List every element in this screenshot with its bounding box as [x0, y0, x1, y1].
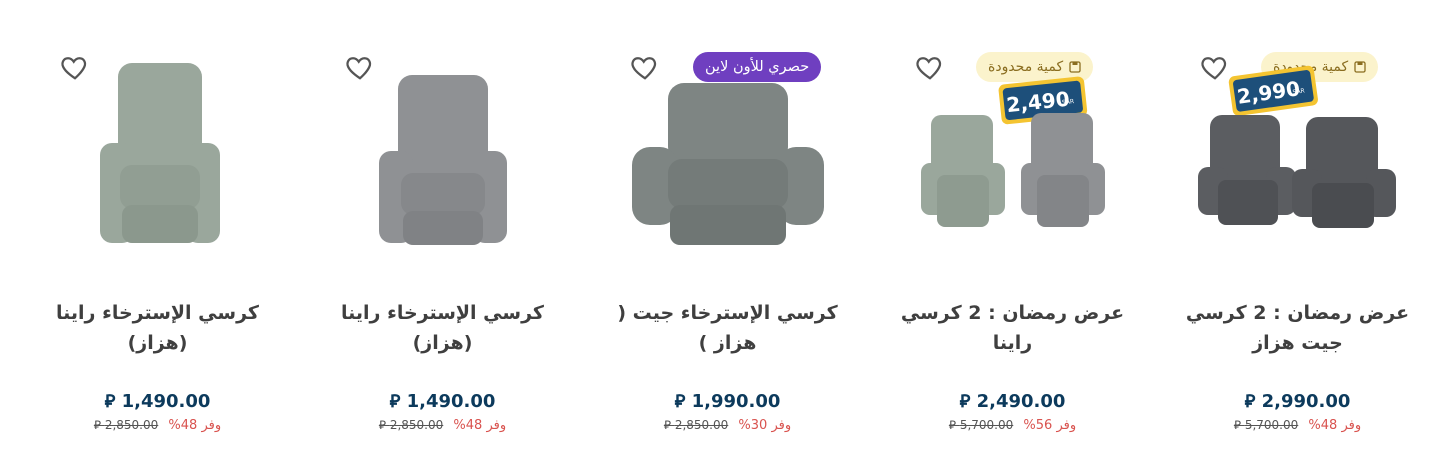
old-price: ⃁ 2,850.00	[664, 418, 728, 433]
product-card[interactable]: كرسي الإسترخاء راينا (هزاز) ⃁ 1,490.00 و…	[300, 0, 585, 462]
product-title[interactable]: عرض رمضان : 2 كرسي راينا	[870, 298, 1155, 358]
old-price: ⃁ 5,700.00	[1234, 418, 1298, 433]
riyal-icon: ⃁	[948, 418, 956, 432]
price-value: 2,990.00	[1261, 391, 1351, 412]
product-title[interactable]: كرسي الإسترخاء راينا (هزاز)	[300, 298, 585, 358]
riyal-icon: ⃁	[93, 418, 101, 432]
old-price-value: 5,700.00	[959, 418, 1014, 432]
product-price: ⃁ 1,490.00	[15, 389, 300, 412]
product-card[interactable]: كمية محدودة 2,990 SAR عرض رمضان: 2 كرسي…	[1155, 0, 1440, 462]
discount-label: وفر 48%	[1308, 418, 1362, 433]
old-price-value: 5,700.00	[1244, 418, 1299, 432]
discount-label: وفر 30%	[738, 418, 792, 433]
discount-label: وفر 48%	[453, 418, 507, 433]
product-price: ⃁ 1,990.00	[585, 389, 870, 412]
product-image[interactable]	[48, 55, 268, 260]
product-title[interactable]: كرسي الإسترخاء جيت ( هزاز )	[585, 298, 870, 358]
riyal-icon: ⃁	[674, 391, 686, 412]
product-image[interactable]	[618, 55, 838, 260]
product-card[interactable]: كمية محدودة 2,490 SAR عرض رمضان : 2 كرسي…	[870, 0, 1155, 462]
product-card[interactable]: كرسي الإسترخاء راينا (هزاز) ⃁ 1,490.00 و…	[15, 0, 300, 462]
price-value: 1,490.00	[406, 391, 496, 412]
discount-row: وفر 30% ⃁ 2,850.00	[585, 418, 870, 433]
product-title[interactable]: عرض رمضان : 2 كرسي جيت هزاز	[1155, 298, 1440, 358]
price-value: 1,990.00	[691, 391, 781, 412]
product-image[interactable]: 2,490 SAR	[903, 55, 1123, 260]
old-price-value: 2,850.00	[674, 418, 729, 432]
product-title[interactable]: كرسي الإسترخاء راينا (هزاز)	[15, 298, 300, 358]
product-card[interactable]: حصري للأون لاين كرسي الإسترخاء جيت ( هزا…	[585, 0, 870, 462]
old-price-value: 2,850.00	[389, 418, 444, 432]
discount-label: وفر 48%	[168, 418, 222, 433]
product-price: ⃁ 2,990.00	[1155, 389, 1440, 412]
discount-row: وفر 56% ⃁ 5,700.00	[870, 418, 1155, 433]
svg-text:SAR: SAR	[1061, 98, 1074, 106]
product-image[interactable]: 2,990 SAR	[1188, 55, 1408, 260]
price-value: 1,490.00	[121, 391, 211, 412]
riyal-icon: ⃁	[1244, 391, 1256, 412]
product-price: ⃁ 2,490.00	[870, 389, 1155, 412]
discount-row: وفر 48% ⃁ 2,850.00	[15, 418, 300, 433]
old-price: ⃁ 2,850.00	[94, 418, 158, 433]
riyal-icon: ⃁	[389, 391, 401, 412]
product-grid: كمية محدودة 2,990 SAR عرض رمضان: 2 كرسي…	[0, 0, 1448, 462]
riyal-icon: ⃁	[959, 391, 971, 412]
price-value: 2,490.00	[976, 391, 1066, 412]
discount-label: وفر 56%	[1023, 418, 1077, 433]
product-image[interactable]	[333, 55, 553, 260]
old-price-value: 2,850.00	[104, 418, 159, 432]
riyal-icon: ⃁	[104, 391, 116, 412]
riyal-icon: ⃁	[1233, 418, 1241, 432]
discount-row: وفر 48% ⃁ 5,700.00	[1155, 418, 1440, 433]
riyal-icon: ⃁	[663, 418, 671, 432]
old-price: ⃁ 5,700.00	[949, 418, 1013, 433]
riyal-icon: ⃁	[378, 418, 386, 432]
old-price: ⃁ 2,850.00	[379, 418, 443, 433]
discount-row: وفر 48% ⃁ 2,850.00	[300, 418, 585, 433]
product-price: ⃁ 1,490.00	[300, 389, 585, 412]
